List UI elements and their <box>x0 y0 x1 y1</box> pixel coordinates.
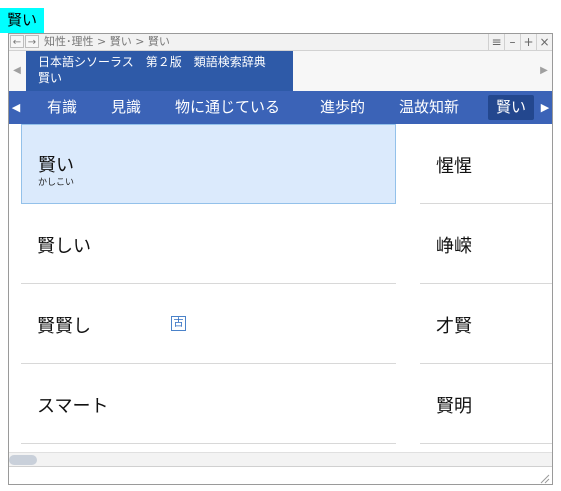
list-item[interactable]: 賢しい <box>21 204 396 284</box>
close-button[interactable]: × <box>536 34 552 50</box>
nav-item[interactable]: 物に通じている <box>175 91 280 124</box>
entry-word: 惺惺 <box>436 156 472 177</box>
list-item[interactable]: 才賢 <box>420 284 552 364</box>
entry-word: スマート <box>37 396 109 417</box>
list-item[interactable]: 賢賢し 古 <box>21 284 396 364</box>
titlebar: ← → 知性･理性 > 賢い > 賢い ≡ – + × <box>9 34 552 51</box>
dictionary-name: 日本語シソーラス 第２版 類語検索辞典 <box>38 55 266 69</box>
dictionary-window: ← → 知性･理性 > 賢い > 賢い ≡ – + × ◀ 日本語シソーラス 第… <box>8 33 553 485</box>
current-word: 賢い <box>38 71 63 85</box>
chevron-left-icon: ◀ <box>13 65 21 76</box>
entry-reading: かしこい <box>38 178 75 188</box>
entry-word: 賢明 <box>436 396 472 417</box>
window-label: 賢い <box>0 8 45 33</box>
entry-word: 賢賢し <box>37 316 91 337</box>
horizontal-scrollbar[interactable] <box>9 452 552 467</box>
list-item-selected[interactable]: 賢い かしこい <box>21 124 396 204</box>
list-item[interactable]: スマート <box>21 364 396 444</box>
nav-item[interactable]: 有識 <box>47 91 77 124</box>
maximize-button[interactable]: + <box>520 34 536 50</box>
left-arrow-icon: ← <box>12 37 22 48</box>
header-prev-button[interactable]: ◀ <box>9 51 25 91</box>
nav-item-active[interactable]: 賢い <box>488 95 535 120</box>
right-arrow-icon: → <box>27 37 37 48</box>
back-button[interactable]: ← <box>10 35 24 48</box>
entry-word: 峥嵘 <box>436 236 472 257</box>
minimize-button[interactable]: – <box>504 34 520 50</box>
triangle-left-icon: ◀ <box>11 101 21 114</box>
scrollbar-thumb[interactable] <box>9 455 37 465</box>
dictionary-title: 日本語シソーラス 第２版 類語検索辞典 賢い <box>26 51 293 91</box>
chevron-right-icon: ▶ <box>540 65 548 76</box>
forward-button[interactable]: → <box>25 35 39 48</box>
entries-list: 賢い かしこい 賢しい 賢賢し 古 スマート 惺惺 峥嵘 才賢 賢明 <box>9 124 552 454</box>
nav-item[interactable]: 温故知新 <box>399 91 459 124</box>
list-item[interactable]: 賢明 <box>420 364 552 444</box>
status-bar <box>9 466 552 484</box>
nav-prev-button[interactable]: ◀ <box>9 91 23 124</box>
entry-word: 才賢 <box>436 316 472 337</box>
list-item[interactable]: 惺惺 <box>420 124 552 204</box>
triangle-right-icon: ▶ <box>540 101 550 114</box>
nav-item[interactable]: 進歩的 <box>320 91 365 124</box>
close-icon: × <box>539 35 550 49</box>
maximize-icon: + <box>523 35 534 49</box>
nav-item[interactable]: 見識 <box>111 91 141 124</box>
archaic-badge: 古 <box>171 316 186 331</box>
header-next-button[interactable]: ▶ <box>536 51 552 91</box>
resize-grip-icon[interactable] <box>538 472 550 484</box>
breadcrumb: 知性･理性 > 賢い > 賢い <box>44 35 170 48</box>
list-item[interactable]: 峥嵘 <box>420 204 552 284</box>
entry-word: 賢い <box>38 155 74 176</box>
related-words-nav: ◀ 有識 見識 物に通じている 進歩的 温故知新 賢い ▶ <box>9 91 552 124</box>
nav-next-button[interactable]: ▶ <box>538 91 552 124</box>
list-button[interactable]: ≡ <box>488 34 504 50</box>
minimize-icon: – <box>509 35 516 49</box>
list-icon: ≡ <box>491 35 502 49</box>
entry-word: 賢しい <box>37 236 91 257</box>
header-bar: ◀ 日本語シソーラス 第２版 類語検索辞典 賢い ▶ <box>9 51 552 92</box>
